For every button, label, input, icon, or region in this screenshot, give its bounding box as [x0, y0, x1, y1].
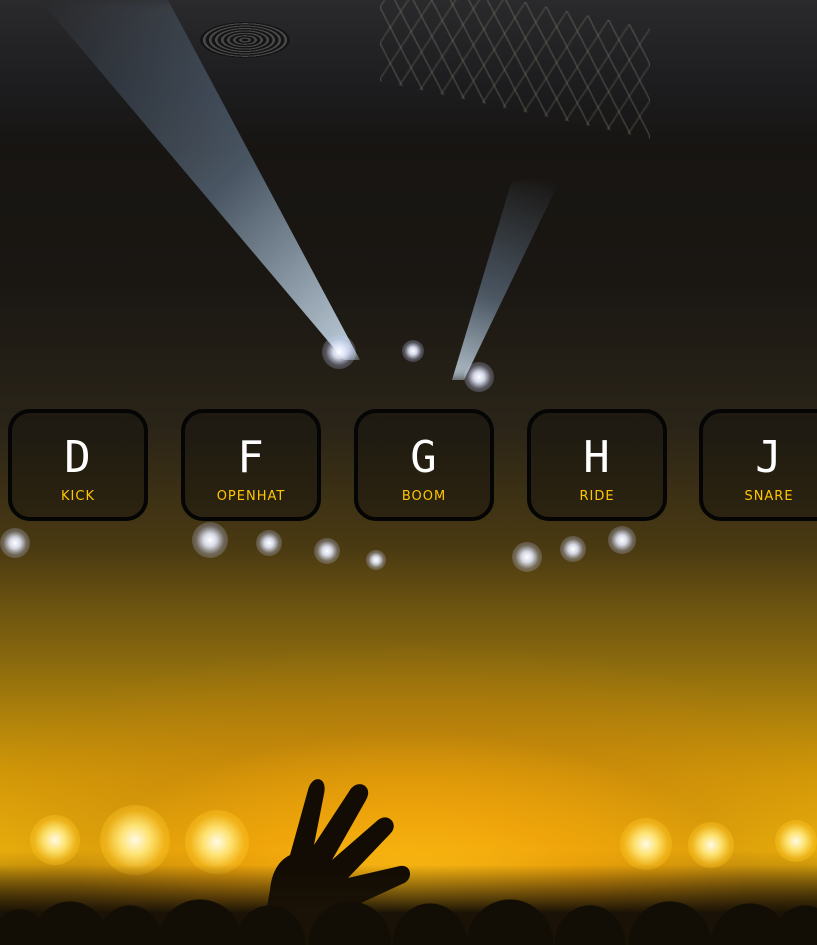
drum-pad-openhat[interactable]: F OPENHAT — [181, 409, 321, 521]
pad-sound-label: BOOM — [401, 489, 447, 504]
stage-light — [322, 335, 356, 369]
stage-light — [560, 536, 586, 562]
drum-pad-kick[interactable]: D KICK — [8, 409, 148, 521]
concert-background: D KICK F OPENHAT G BOOM H RIDE J SNARE — [0, 0, 817, 945]
stage-light — [366, 550, 386, 570]
crowd-silhouette — [0, 865, 817, 945]
stage-light — [620, 818, 672, 870]
stage-light — [402, 340, 424, 362]
pad-sound-label: SNARE — [744, 489, 794, 504]
stage-light — [688, 822, 734, 868]
pad-key-label: J — [755, 432, 783, 483]
pad-sound-label: KICK — [61, 489, 95, 504]
pad-key-label: F — [237, 432, 265, 483]
pad-key-label: H — [583, 432, 611, 483]
drum-pad-boom[interactable]: G BOOM — [354, 409, 494, 521]
stage-light — [30, 815, 80, 865]
drum-kit: D KICK F OPENHAT G BOOM H RIDE J SNARE — [0, 409, 817, 529]
pad-sound-label: OPENHAT — [216, 489, 286, 504]
pad-key-label: G — [410, 432, 438, 483]
ceiling-vent — [200, 22, 290, 58]
stage-light — [512, 542, 542, 572]
stage-light — [0, 528, 30, 558]
stage-light — [314, 538, 340, 564]
pad-key-label: D — [64, 432, 92, 483]
drum-pad-ride[interactable]: H RIDE — [527, 409, 667, 521]
stage-light — [775, 820, 817, 862]
drum-pad-snare[interactable]: J SNARE — [699, 409, 817, 521]
stage-light — [464, 362, 494, 392]
stage-light — [608, 526, 636, 554]
pad-sound-label: RIDE — [579, 489, 615, 504]
spotlight-beam — [452, 180, 560, 380]
stage-light — [256, 530, 282, 556]
